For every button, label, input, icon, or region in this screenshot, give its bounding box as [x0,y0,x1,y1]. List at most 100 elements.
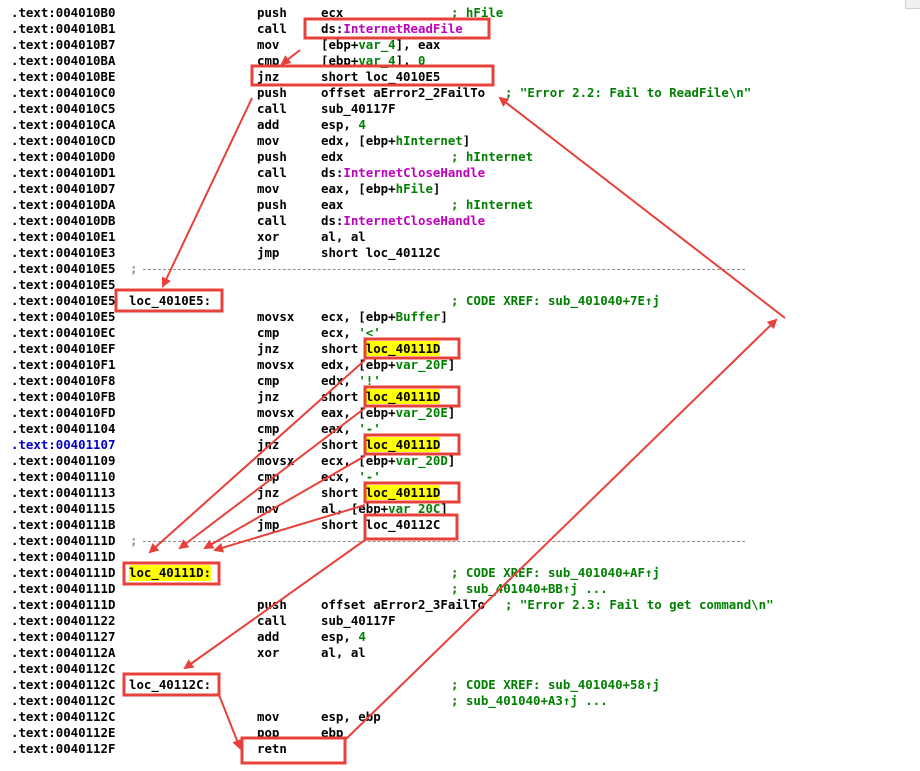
code-label[interactable]: loc_40112C: [129,677,211,693]
listing-line[interactable]: .text:0040112C [0,661,900,677]
jump-target[interactable]: loc_40112C [366,517,441,532]
listing-line[interactable]: .text:004010E5 loc_4010E5: ; CODE XREF: su… [0,293,900,309]
instruction-operand[interactable]: esp, 4 [321,117,366,133]
instruction-operand[interactable]: esp, 4 [321,629,366,645]
listing-line[interactable]: .text:004010EF jnz short loc_40111D [0,341,900,357]
listing-line[interactable]: .text:0040112E pop ebp [0,725,900,741]
listing-line[interactable]: .text:004010E1 xor al, al [0,229,900,245]
instruction-operand[interactable]: ecx, [ebp+var_20D] [321,453,455,469]
instruction-operand[interactable]: al, al [321,229,366,245]
instruction-operand[interactable]: ebp [321,725,343,741]
listing-line[interactable]: .text:004010B1 call ds:InternetReadFile [0,21,900,37]
line-comment: ; hFile [451,5,504,20]
instruction-operand[interactable]: sub_40117F [321,101,396,117]
instruction-operand[interactable]: ecx, '-' [321,469,381,485]
instruction-operand[interactable]: eax, '-' [321,421,381,437]
listing-line[interactable]: .text:004010F8 cmp edx, '!' [0,373,900,389]
instruction-operand[interactable]: eax, [ebp+var_20E] [321,405,455,421]
listing-line[interactable]: .text:004010DA push eax ; hInternet [0,197,900,213]
listing-line[interactable]: .text:004010B0 push ecx ; hFile [0,5,900,21]
instruction-operand[interactable]: eax, [ebp+hFile] [321,181,440,197]
instruction-mnemonic: push [257,5,287,20]
jump-target[interactable]: loc_40111D [365,485,441,500]
instruction-operand[interactable]: edx [321,149,343,165]
instruction-operand[interactable]: offset aError2_3FailTo [321,597,485,613]
listing-line[interactable]: .text:004010FD movsx eax, [ebp+var_20E] [0,405,900,421]
instruction-operand[interactable]: sub_40117F [321,613,396,629]
listing-line[interactable]: .text:0040112F retn [0,741,900,757]
instruction-operand[interactable]: al, [ebp+var_20C] [321,501,448,517]
instruction-operand[interactable]: short loc_40111D [321,341,441,357]
listing-line[interactable]: .text:0040112C ; sub_401040+A3↑j ... [0,693,900,709]
listing-line[interactable]: .text:004010E5; [0,261,900,277]
instruction-mnemonic: jnz [257,389,280,404]
listing-line[interactable]: .text:004010C5 call sub_40117F [0,101,900,117]
instruction-operand[interactable]: eax [321,197,343,213]
instruction-operand[interactable]: [ebp+var_4], 0 [321,53,425,69]
listing-line[interactable]: .text:0040111D push offset aError2_3FailTo… [0,597,900,613]
listing-line[interactable]: .text:00401107 jnz short loc_40111D [0,437,900,453]
instruction-operand[interactable]: short loc_40111D [321,485,441,501]
instruction-operand[interactable]: short loc_40111D [321,389,441,405]
listing-line[interactable]: .text:00401113 jnz short loc_40111D [0,485,900,501]
listing-line[interactable]: .text:00401127 add esp, 4 [0,629,900,645]
listing-line[interactable]: .text:004010CA add esp, 4 [0,117,900,133]
line-address: .text:004010DA [11,197,116,212]
instruction-operand[interactable]: ds:InternetCloseHandle [321,165,485,181]
instruction-operand[interactable]: esp, ebp [321,709,381,725]
listing-line[interactable]: .text:0040112C loc_40112C: ; CODE XREF: su… [0,677,900,693]
listing-line[interactable]: .text:004010FB jnz short loc_40111D [0,389,900,405]
instruction-operand[interactable]: edx, [ebp+hInternet] [321,133,470,149]
listing-line[interactable]: .text:0040111D [0,549,900,565]
instruction-operand[interactable]: short loc_40111D [321,437,441,453]
listing-line[interactable]: .text:004010F1 movsx edx, [ebp+var_20F] [0,357,900,373]
listing-line[interactable]: .text:004010B7 mov [ebp+var_4], eax [0,37,900,53]
listing-line[interactable]: .text:004010D1 call ds:InternetCloseHandle [0,165,900,181]
listing-line[interactable]: .text:004010E5 [0,277,900,293]
jump-target[interactable]: loc_40111D [365,389,441,404]
scrollbar[interactable] [905,0,920,9]
instruction-operand[interactable]: offset aError2_2FailTo [321,85,485,101]
listing-line[interactable]: .text:00401122 call sub_40117F [0,613,900,629]
instruction-operand[interactable]: short loc_40112C [321,517,440,533]
listing-line[interactable]: .text:004010E5 movsx ecx, [ebp+Buffer] [0,309,900,325]
instruction-operand[interactable]: edx, [ebp+var_20F] [321,357,455,373]
operand-part: esp, [321,117,359,132]
instruction-operand[interactable]: [ebp+var_4], eax [321,37,440,53]
listing-line[interactable]: .text:00401115 mov al, [ebp+var_20C] [0,501,900,517]
listing-line[interactable]: .text:0040112A xor al, al [0,645,900,661]
listing-line[interactable]: .text:0040111D loc_40111D: ; CODE XREF: su… [0,565,900,581]
instruction-operand[interactable]: ecx, [ebp+Buffer] [321,309,448,325]
jump-target[interactable]: loc_40111D [365,341,441,356]
listing-line[interactable]: .text:0040111B jmp short loc_40112C [0,517,900,533]
disassembly-listing[interactable]: .text:004010B0 push ecx; hFile .text:004010… [0,0,920,771]
instruction-operand[interactable]: short loc_4010E5 [321,69,440,85]
listing-line[interactable]: .text:004010BE jnz short loc_4010E5 [0,69,900,85]
listing-line[interactable]: .text:004010C0 push offset aError2_2FailTo… [0,85,900,101]
instruction-operand[interactable]: short loc_40112C [321,245,440,261]
instruction-operand[interactable]: al, al [321,645,366,661]
instruction-operand[interactable]: ds:InternetReadFile [321,21,463,37]
instruction-operand[interactable]: ecx, '<' [321,325,381,341]
listing-line[interactable]: .text:004010D0 push edx ; hInternet [0,149,900,165]
code-label[interactable]: loc_40111D: [129,565,212,581]
listing-line[interactable]: .text:0040111D ; sub_401040+BB↑j ... [0,581,900,597]
listing-line[interactable]: .text:004010D7 mov eax, [ebp+hFile] [0,181,900,197]
instruction-operand[interactable]: edx, '!' [321,373,381,389]
jump-target[interactable]: loc_40111D [365,437,441,452]
listing-line[interactable]: .text:0040111D; [0,533,900,549]
listing-line[interactable]: .text:004010E3 jmp short loc_40112C [0,245,900,261]
listing-line[interactable]: .text:00401109 movsx ecx, [ebp+var_20D] [0,453,900,469]
operand-part: ds: [321,165,344,180]
code-label[interactable]: loc_4010E5: [129,293,211,309]
listing-line[interactable]: .text:004010CD mov edx, [ebp+hInternet] [0,133,900,149]
listing-line[interactable]: .text:00401110 cmp ecx, '-' [0,469,900,485]
line-address: .text:004010DB [11,213,116,228]
listing-line[interactable]: .text:00401104 cmp eax, '-' [0,421,900,437]
listing-line[interactable]: .text:004010BA cmp [ebp+var_4], 0 [0,53,900,69]
instruction-operand[interactable]: ecx [321,5,343,21]
instruction-operand[interactable]: ds:InternetCloseHandle [321,213,485,229]
listing-line[interactable]: .text:004010DB call ds:InternetCloseHandle [0,213,900,229]
listing-line[interactable]: .text:004010EC cmp ecx, '<' [0,325,900,341]
listing-line[interactable]: .text:0040112C mov esp, ebp [0,709,900,725]
